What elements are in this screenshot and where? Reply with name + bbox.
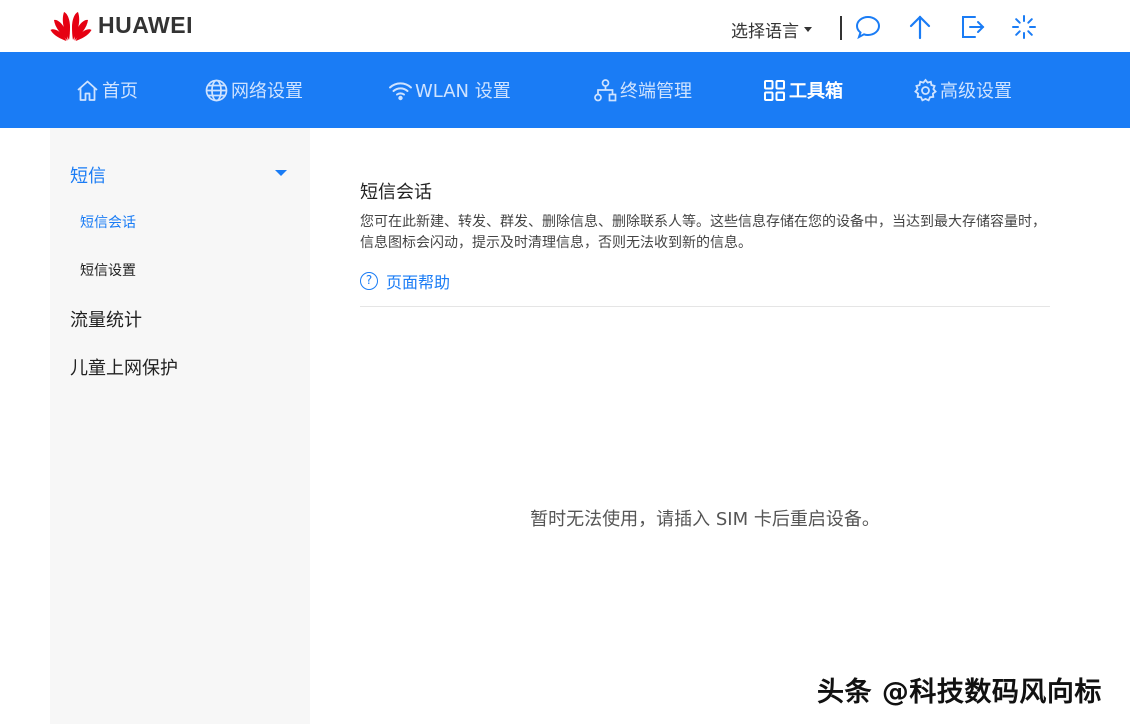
globe-icon: [205, 79, 228, 101]
huawei-logo[interactable]: HUAWEI: [50, 9, 193, 42]
page-description-line: 信息图标会闪动，提示及时清理信息，否则无法收到新的信息。: [360, 235, 752, 251]
sidebar-item-label: 流量统计: [70, 310, 142, 331]
toolbox-icon: [764, 79, 785, 101]
chevron-down-icon: [804, 27, 812, 32]
header-divider: [840, 16, 842, 40]
page-help-link[interactable]: ? 页面帮助: [360, 269, 450, 293]
divider: [360, 306, 1050, 307]
language-label: 选择语言: [731, 22, 799, 42]
sidebar-item-sms[interactable]: 短信: [70, 162, 106, 188]
main-nav: 首页 网络设置 WLAN 设置 终端管理 工具箱 高级设置: [0, 52, 1130, 128]
sidebar-item-parental-control[interactable]: 儿童上网保护: [70, 354, 178, 380]
sidebar-item-traffic-stats[interactable]: 流量统计: [70, 306, 142, 332]
nav-home[interactable]: 首页: [75, 52, 138, 128]
upload-icon[interactable]: [906, 13, 934, 41]
language-select[interactable]: 选择语言: [731, 17, 812, 42]
nav-network[interactable]: 网络设置: [204, 52, 303, 128]
sim-notice: 暂时无法使用，请插入 SIM 卡后重启设备。: [530, 509, 880, 530]
sidebar: 短信 短信会话 短信设置 流量统计 儿童上网保护: [50, 128, 310, 724]
nav-wlan-label: WLAN 设置: [415, 81, 511, 102]
sidebar-item-sms-settings[interactable]: 短信设置: [80, 260, 136, 280]
loading-icon[interactable]: [1010, 13, 1038, 41]
watermark: 头条 @科技数码风向标: [817, 677, 1102, 708]
nav-devices[interactable]: 终端管理: [593, 52, 692, 128]
nav-wlan[interactable]: WLAN 设置: [388, 52, 511, 128]
gear-icon: [914, 78, 937, 101]
sidebar-item-sms-conversation[interactable]: 短信会话: [80, 212, 136, 232]
chat-icon[interactable]: [854, 13, 882, 41]
nav-home-label: 首页: [102, 81, 138, 102]
home-icon: [77, 80, 98, 101]
wifi-icon: [389, 81, 412, 100]
sidebar-sub-label: 短信设置: [80, 263, 136, 279]
sidebar-sub-label: 短信会话: [80, 215, 136, 231]
help-icon: ?: [360, 272, 378, 290]
nav-advanced-label: 高级设置: [940, 81, 1012, 102]
page-help-label: 页面帮助: [386, 273, 451, 292]
nav-toolbox[interactable]: 工具箱: [762, 52, 843, 128]
logout-icon[interactable]: [959, 13, 987, 41]
page-description: 您可在此新建、转发、群发、删除信息、删除联系人等。这些信息存储在您的设备中，当达…: [360, 212, 1060, 254]
nav-toolbox-label: 工具箱: [789, 81, 843, 102]
sidebar-item-sms-label: 短信: [70, 166, 106, 187]
page-title: 短信会话: [360, 182, 432, 203]
chevron-down-icon[interactable]: [275, 170, 287, 176]
nav-advanced[interactable]: 高级设置: [913, 52, 1012, 128]
page-description-line: 您可在此新建、转发、群发、删除信息、删除联系人等。这些信息存储在您的设备中，当达…: [360, 214, 1046, 230]
nav-network-label: 网络设置: [231, 81, 303, 102]
nav-devices-label: 终端管理: [620, 81, 692, 102]
huawei-flower-icon: [50, 12, 92, 41]
top-header: HUAWEI 选择语言: [0, 0, 1130, 52]
sidebar-item-label: 儿童上网保护: [70, 358, 178, 379]
brand-name: HUAWEI: [98, 12, 193, 38]
devices-icon: [594, 78, 617, 101]
